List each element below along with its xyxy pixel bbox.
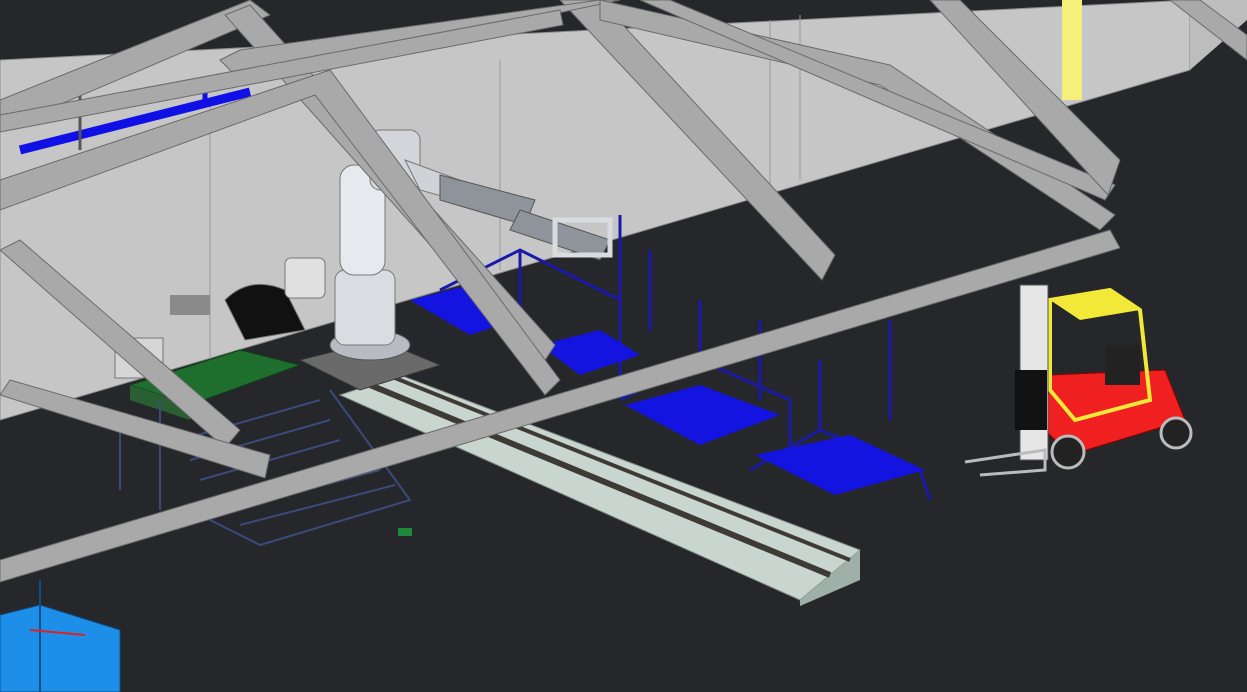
origin-marker xyxy=(398,528,412,536)
safety-stripe xyxy=(1062,0,1082,100)
wall-sensor xyxy=(170,295,210,315)
cad-3d-viewport[interactable] xyxy=(0,0,1247,692)
factory-scene[interactable] xyxy=(0,0,1247,692)
